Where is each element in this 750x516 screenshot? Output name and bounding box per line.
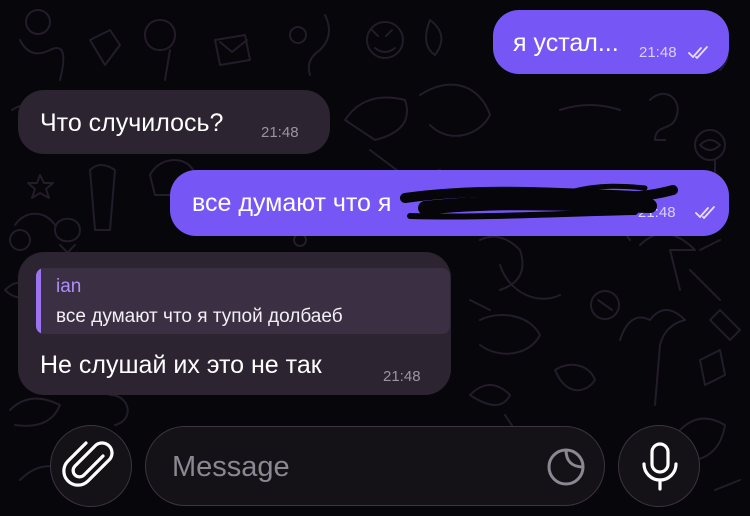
message-text: я устал... — [513, 29, 619, 57]
message-input[interactable] — [170, 445, 534, 489]
message-input-bar[interactable] — [145, 426, 605, 506]
incoming-message-with-reply[interactable]: ian все думают что я тупой долбаеб Не сл… — [18, 252, 451, 395]
double-check-icon — [688, 46, 708, 59]
outgoing-message[interactable]: я устал... 21:48 — [493, 10, 729, 74]
message-time: 21:48 — [639, 44, 677, 61]
message-text: Не слушай их это не так — [40, 351, 322, 379]
message-text: все думают что я — [192, 189, 392, 217]
microphone-icon — [642, 442, 678, 491]
double-check-icon — [695, 206, 715, 219]
reply-accent-bar — [36, 268, 41, 334]
incoming-message[interactable]: Что случилось? 21:48 — [18, 90, 330, 154]
voice-record-button[interactable] — [618, 425, 700, 507]
message-text: Что случилось? — [40, 109, 224, 137]
paperclip-icon — [62, 441, 114, 487]
reply-text: все думают что я тупой долбаеб — [56, 306, 343, 327]
redaction-scribble — [400, 183, 678, 220]
reply-quote[interactable]: ian все думают что я тупой долбаеб — [36, 268, 450, 334]
sticker-icon[interactable] — [544, 445, 588, 489]
message-time: 21:48 — [383, 368, 421, 385]
reply-author: ian — [56, 276, 82, 297]
message-time: 21:48 — [261, 124, 299, 141]
attach-button[interactable] — [50, 425, 132, 507]
